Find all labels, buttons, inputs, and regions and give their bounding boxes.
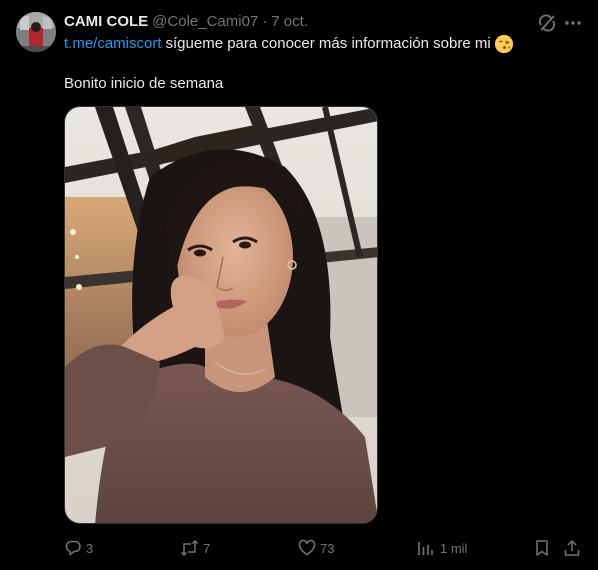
reply-icon	[65, 540, 81, 556]
action-bar: 3 7 73 1 mil	[64, 534, 584, 562]
tweet-text-line1: t.me/camiscort sígueme para conocer más …	[64, 34, 513, 54]
reply-button[interactable]: 3	[64, 534, 93, 562]
heart-icon	[298, 539, 316, 556]
like-count: 73	[320, 540, 335, 556]
author-name[interactable]: CAMI COLE	[64, 13, 148, 30]
bookmark-button[interactable]	[533, 534, 551, 562]
repost-button[interactable]: 7	[180, 534, 210, 562]
tweet-text: sígueme para conocer más información sob…	[165, 35, 491, 52]
tweet-header: CAMI COLE @Cole_Cami07 · 7 oct.	[64, 11, 308, 31]
views-button[interactable]: 1 mil	[416, 534, 467, 562]
share-button[interactable]	[563, 534, 581, 562]
selfie-photo-image	[65, 107, 377, 523]
like-button[interactable]: 73	[298, 534, 334, 562]
separator-dot: ·	[262, 12, 268, 30]
avatar[interactable]	[16, 12, 56, 52]
share-icon	[564, 539, 580, 556]
tweet-link[interactable]: t.me/camiscort	[64, 34, 162, 54]
tweet: CAMI COLE @Cole_Cami07 · 7 oct. t.me/cam…	[0, 0, 598, 570]
views-count: 1 mil	[440, 540, 468, 556]
tweet-photo[interactable]	[64, 106, 378, 524]
repost-count: 7	[203, 540, 211, 556]
face-blowing-kiss-emoji	[494, 35, 513, 53]
bookmark-icon	[536, 540, 548, 556]
author-handle[interactable]: @Cole_Cami07	[152, 13, 258, 30]
tweet-text-line2: Bonito inicio de semana	[64, 75, 224, 92]
more-icon[interactable]	[562, 12, 584, 34]
views-icon	[418, 542, 433, 555]
grok-icon[interactable]	[536, 12, 558, 34]
repost-icon	[180, 539, 199, 557]
avatar-image	[16, 12, 56, 52]
reply-count: 3	[86, 540, 94, 556]
tweet-date[interactable]: 7 oct.	[271, 13, 308, 30]
